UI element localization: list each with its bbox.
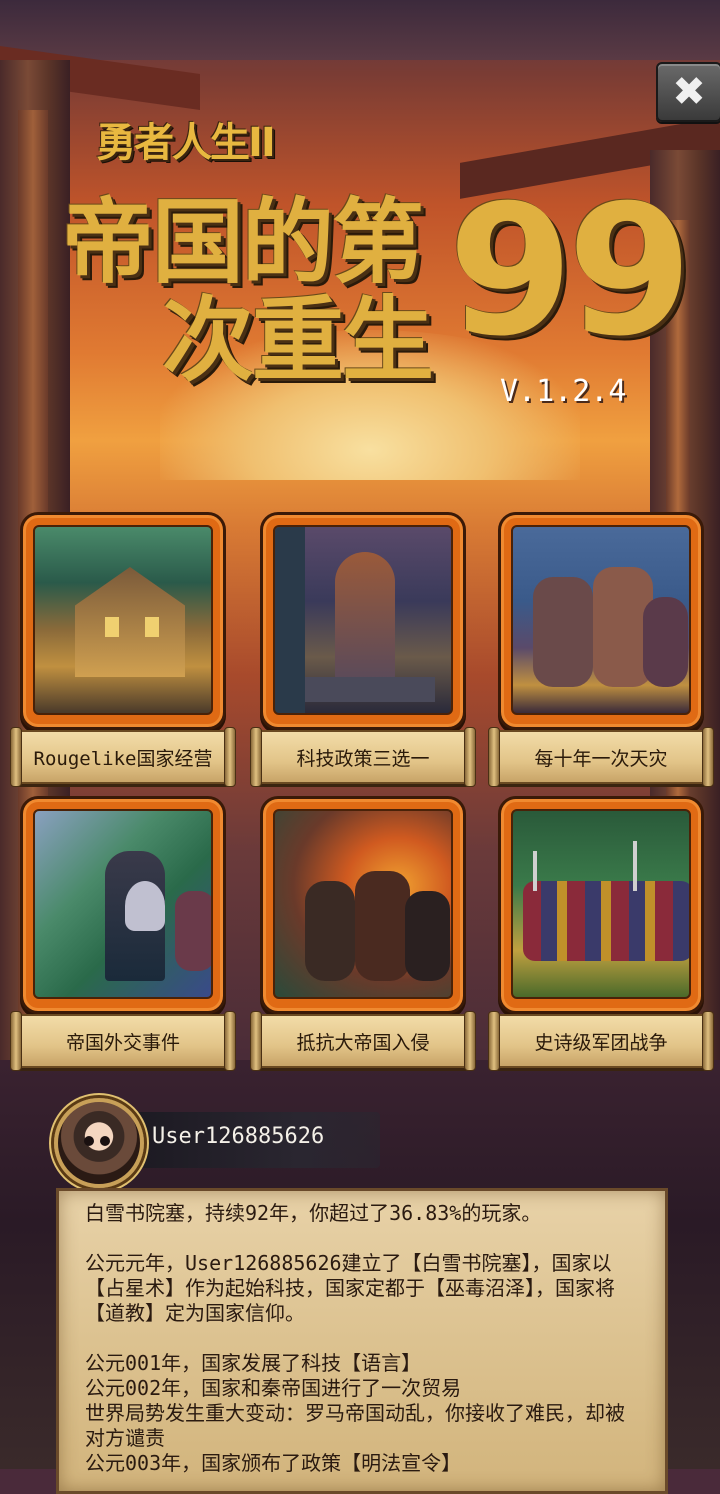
game-title-number: 99	[448, 167, 692, 376]
feature-card-army[interactable]	[498, 796, 704, 1014]
feature-label: 抵抗大帝国入侵	[296, 1031, 430, 1054]
top-strip	[0, 0, 720, 60]
game-title-line2: 次重生	[162, 287, 434, 394]
username-label: User126885626	[152, 1124, 325, 1149]
statue-scene-image	[273, 525, 453, 715]
feature-card-knight[interactable]	[20, 796, 226, 1014]
fire-scene-image	[273, 809, 453, 999]
feature-label: 每十年一次天灾	[534, 747, 668, 770]
log-summary: 白雪书院塞，持续92年，你超过了36.83%的玩家。	[85, 1201, 542, 1225]
log-founding: 公元元年，User126885626建立了【白雪书院塞】，国家以【占星术】作为起…	[85, 1251, 615, 1325]
army-scene-image	[511, 809, 691, 999]
feature-label-scroll: 抵抗大帝国入侵	[250, 1011, 476, 1071]
log-entry: 公元002年，国家和秦帝国进行了一次贸易	[85, 1376, 462, 1400]
close-button[interactable]: ✖	[656, 62, 720, 122]
feature-card-fire[interactable]	[260, 796, 466, 1014]
feature-card-battle[interactable]	[498, 512, 704, 730]
feature-label-scroll: 每十年一次天灾	[488, 727, 714, 787]
battle-scene-image	[511, 525, 691, 715]
log-entry: 世界局势发生重大变动：罗马帝国动乱，你接收了难民，却被对方谴责	[85, 1401, 625, 1450]
feature-label: 帝国外交事件	[65, 1031, 180, 1054]
avatar-eye	[84, 1136, 94, 1146]
village-scene-image	[33, 525, 213, 715]
log-entry: 公元003年，国家颁布了政策【明法宣令】	[85, 1451, 462, 1475]
knight-scene-image	[33, 809, 213, 999]
history-log-text: 白雪书院塞，持续92年，你超过了36.83%的玩家。 公元元年，User1268…	[85, 1201, 643, 1476]
feature-label-scroll: 帝国外交事件	[10, 1011, 236, 1071]
feature-label: 科技政策三选一	[296, 747, 430, 770]
feature-label: Rougelike国家经营	[33, 747, 213, 770]
game-subtitle: 勇者人生II	[96, 120, 276, 166]
feature-label: 史诗级军团战争	[534, 1031, 668, 1054]
close-icon: ✖	[672, 69, 706, 115]
feature-card-statue[interactable]	[260, 512, 466, 730]
version-label: V.1.2.4	[500, 374, 627, 409]
avatar[interactable]	[54, 1098, 144, 1188]
feature-label-scroll: 史诗级军团战争	[488, 1011, 714, 1071]
avatar-eye	[100, 1136, 110, 1146]
feature-label-scroll: 科技政策三选一	[250, 727, 476, 787]
feature-label-scroll: Rougelike国家经营	[10, 727, 236, 787]
log-entry: 公元001年，国家发展了科技【语言】	[85, 1351, 422, 1375]
feature-card-village[interactable]	[20, 512, 226, 730]
history-log-panel[interactable]: 白雪书院塞，持续92年，你超过了36.83%的玩家。 公元元年，User1268…	[56, 1188, 668, 1494]
